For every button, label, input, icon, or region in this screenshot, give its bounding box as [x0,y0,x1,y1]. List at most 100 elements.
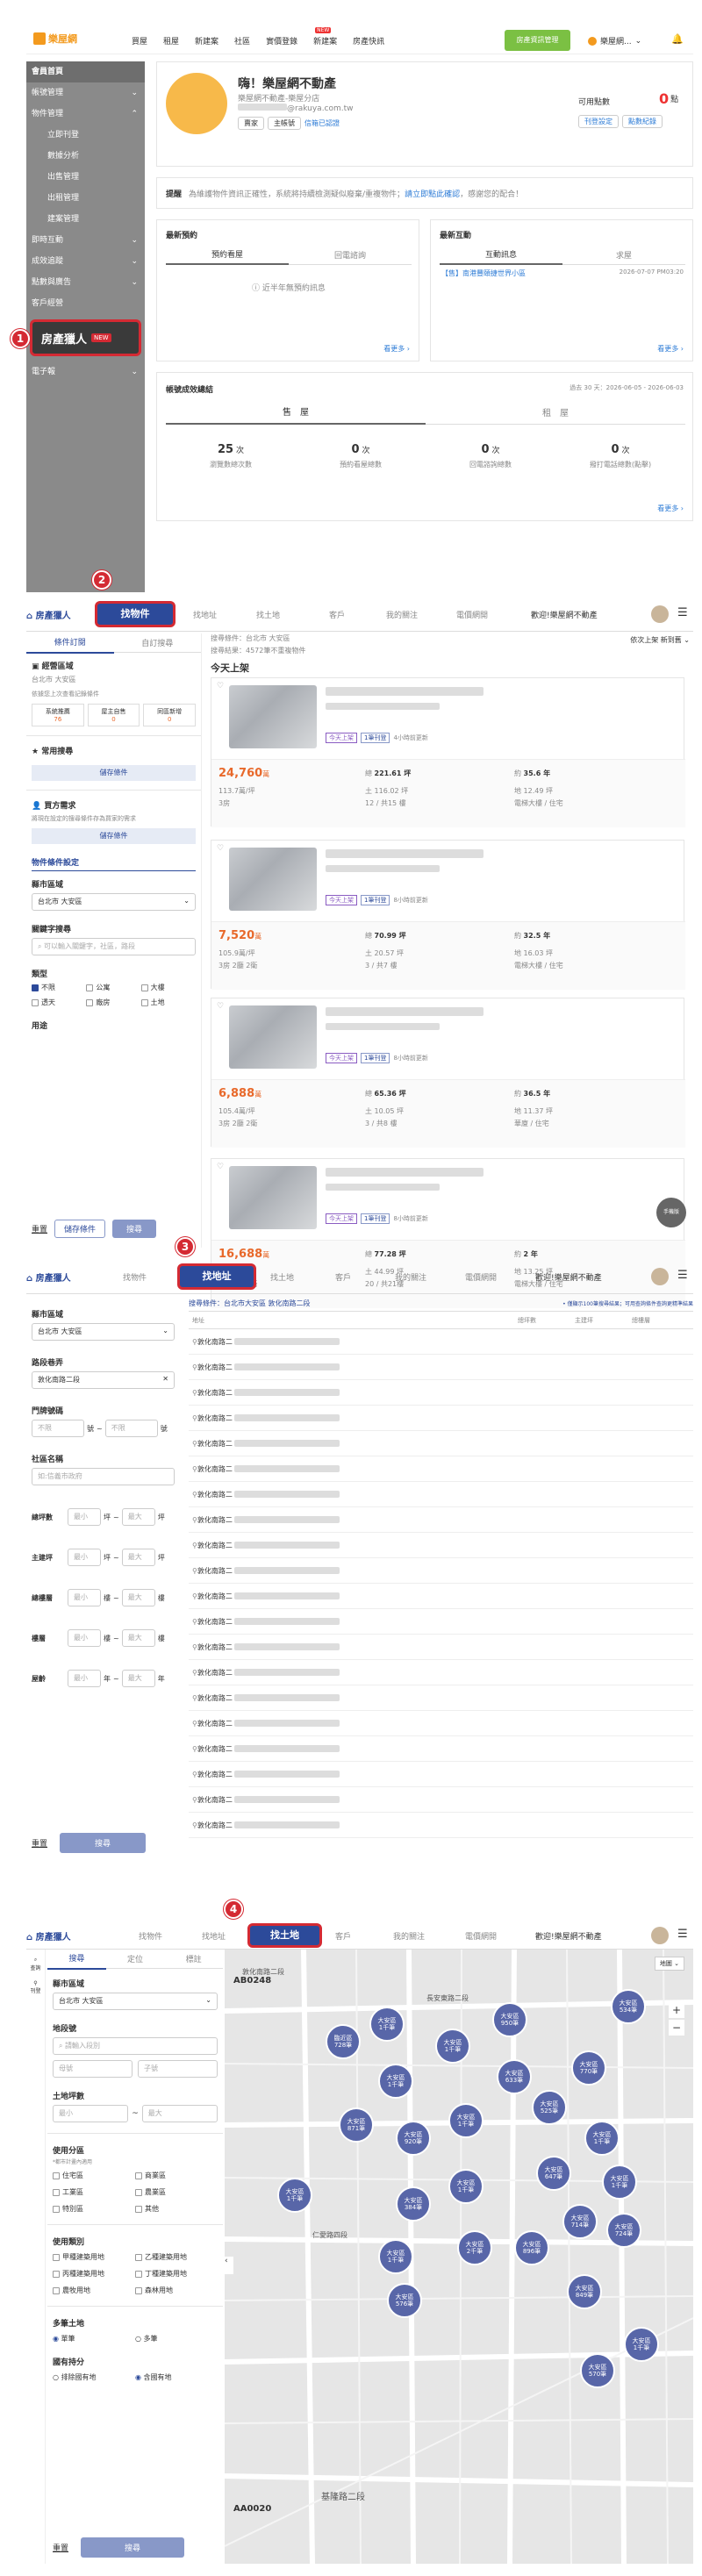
map-cluster[interactable]: 大安區 1千筆 [624,2327,659,2362]
city-select[interactable]: 台北市 大安區 ⌄ [32,893,196,911]
tab-find-land[interactable]: 找土地 [270,1271,294,1283]
collapse-arrow-icon[interactable]: ‹ [225,2257,233,2274]
type-any[interactable]: 不限 [32,983,86,992]
radio-exclude-gov[interactable]: ○ 排除國有地 [53,2372,135,2382]
table-row[interactable]: ⚲ 敦化南路二 [189,1787,693,1813]
road-input[interactable]: 敦化南路二段 ✕ [32,1371,175,1389]
range-min-input[interactable]: 最小 [68,1589,101,1606]
map-cluster[interactable]: 大安區 633筆 [497,2059,532,2094]
hunter-brand[interactable]: ⌂ 房產獵人 [26,608,71,621]
mobile-fab[interactable]: 手機版 [656,1198,686,1227]
search-button[interactable]: 搜尋 [60,1833,147,1853]
map-cluster[interactable]: 大安區 950筆 [492,2002,527,2037]
nav-new[interactable]: 新建案 [195,35,218,47]
range-min-input[interactable]: 最小 [68,1549,101,1566]
tab-watchlist[interactable]: 我的關注 [393,1930,425,1942]
tab-find-listing[interactable]: 找物件 [123,1271,147,1283]
table-row[interactable]: ⚲ 敦化南路二 [189,1355,693,1380]
map-cluster[interactable]: 大安區 1千筆 [378,2239,413,2274]
map-cluster[interactable]: 大安區 724筆 [606,2213,641,2248]
table-row[interactable]: ⚲ 敦化南路二 [189,1406,693,1431]
hunter-brand[interactable]: ⌂ 房產獵人 [26,1270,71,1284]
table-row[interactable]: ⚲ 敦化南路二 [189,1736,693,1762]
lot-section-input[interactable]: ⌕ 請輸入段別 [53,2037,218,2055]
zone-checkbox[interactable]: 住宅區 [53,2171,135,2180]
tab-customers[interactable]: 客戶 [335,1271,351,1283]
tab-customers[interactable]: 客戶 [329,609,345,620]
sidebar-item-ads[interactable]: 點數與廣告 ⌄ [26,272,145,293]
category-checkbox[interactable]: 丁種建築用地 [135,2269,218,2279]
zone-checkbox[interactable]: 工業區 [53,2187,135,2197]
map-cluster[interactable]: 大安區 384筆 [396,2186,431,2222]
map-cluster[interactable]: 大安區 920筆 [396,2121,431,2156]
reset-button[interactable]: 重置 [53,2542,68,2553]
lot-sub-input[interactable]: 子號 [138,2060,218,2078]
range-min-input[interactable]: 最小 [68,1670,101,1687]
tab-interact-messages[interactable]: 互動訊息 [440,245,562,265]
zoom-out-button[interactable]: − [669,2020,684,2036]
zone-checkbox[interactable]: 商業區 [135,2171,218,2180]
category-checkbox[interactable]: 乙種建築用地 [135,2252,218,2262]
heart-icon[interactable]: ♡ [217,1002,224,1011]
table-row[interactable]: ⚲ 敦化南路二 [189,1660,693,1685]
avatar[interactable] [651,1268,669,1285]
land-area-min[interactable]: 最小 [53,2105,129,2122]
map-cluster[interactable]: 大安區 1千筆 [435,2029,470,2064]
tab-land-search[interactable]: 搜尋 [47,1948,106,1970]
zone-checkbox[interactable]: 其他 [135,2204,218,2214]
map-cluster[interactable]: 大安區 1千筆 [448,2103,484,2138]
save-filter-button[interactable]: 儲存條件 [54,1220,106,1238]
sidebar-item-newsletter[interactable]: 電子報 ⌄ [26,361,145,383]
map-cluster[interactable]: 大安區 534筆 [611,1989,646,2024]
table-row[interactable]: ⚲ 敦化南路二 [189,1558,693,1584]
sidebar-sub-rent[interactable]: 出租管理 [26,188,145,209]
heart-icon[interactable]: ♡ [217,844,224,853]
tab-pricenet[interactable]: 電價網開 [465,1930,497,1942]
table-row[interactable]: ⚲ 敦化南路二 [189,1635,693,1660]
interact-more-link[interactable]: 看更多 › [657,344,684,354]
sidebar-sub-publish[interactable]: 立即刊登 [26,125,145,146]
menu-icon[interactable]: ☰ [677,606,688,619]
tab-find-listing[interactable]: 找物件 [139,1930,162,1942]
nav-buy[interactable]: 買屋 [132,35,147,47]
map-cluster[interactable]: 大安區 647筆 [536,2156,571,2191]
zone-checkbox[interactable]: 特別區 [53,2204,135,2214]
stat-new[interactable]: 同區新增 0 [143,704,197,726]
tab-land-locate[interactable]: 定位 [106,1949,165,1969]
tab-customers[interactable]: 客戶 [335,1930,351,1942]
city-select[interactable]: 台北市 大安區 ⌄ [32,1323,175,1341]
map-cluster[interactable]: 大安區 1千筆 [584,2121,620,2156]
map-cluster[interactable]: 大安區 1千筆 [602,2165,637,2200]
post-rail-button[interactable]: ⚲ 刊登 [26,1980,45,1994]
tab-find-land[interactable]: 找土地 [247,1923,322,1948]
tab-find-land[interactable]: 找土地 [256,609,280,620]
table-row[interactable]: ⚲ 敦化南路二 [189,1431,693,1456]
site-logo[interactable]: 樂屋網 [33,32,77,46]
table-row[interactable]: ⚲ 敦化南路二 [189,1711,693,1736]
listing-card[interactable]: ♡ 今天上架 1筆刊登 8小時前更新 6,888萬 105.4萬/坪 3房 2廳 2衛總 6… [211,998,685,1148]
category-checkbox[interactable]: 甲種建築用地 [53,2252,135,2262]
map-cluster[interactable]: 大安區 570筆 [580,2353,615,2388]
range-min-input[interactable]: 最小 [68,1508,101,1526]
welcome-user[interactable]: 歡迎!樂屋網不動產 [531,609,598,620]
table-row[interactable]: ⚲ 敦化南路二 [189,1456,693,1482]
menu-icon[interactable]: ☰ [677,1928,688,1941]
map-cluster[interactable]: 大安區 714筆 [562,2204,598,2239]
interact-item[interactable]: 【售】南港豐頤捷世界小區 [441,268,526,278]
sidebar-sub-analytics[interactable]: 數據分析 [26,146,145,167]
type-land[interactable]: 土地 [140,998,196,1007]
tab-subscribe[interactable]: 條件訂閱 [26,632,114,654]
stats-more-link[interactable]: 看更多 › [657,504,684,513]
tab-pricenet[interactable]: 電價網開 [456,609,488,620]
avatar[interactable] [651,1927,669,1944]
save-buyer-button[interactable]: 儲存條件 [32,828,196,844]
map-cluster[interactable]: 大安區 770筆 [571,2050,606,2086]
map-cluster[interactable]: 大安區 2千筆 [457,2230,492,2265]
table-row[interactable]: ⚲ 敦化南路二 [189,1813,693,1838]
map-cluster[interactable]: 大安區 896筆 [514,2230,549,2265]
range-max-input[interactable]: 最大 [121,1629,155,1647]
promo-banner[interactable]: 房產資訊管理 [505,30,570,51]
community-input[interactable]: 如:信義市政府 [32,1468,175,1485]
tab-interact-wanted[interactable]: 求屋 [562,246,685,265]
reset-button[interactable]: 重置 [32,1223,47,1234]
